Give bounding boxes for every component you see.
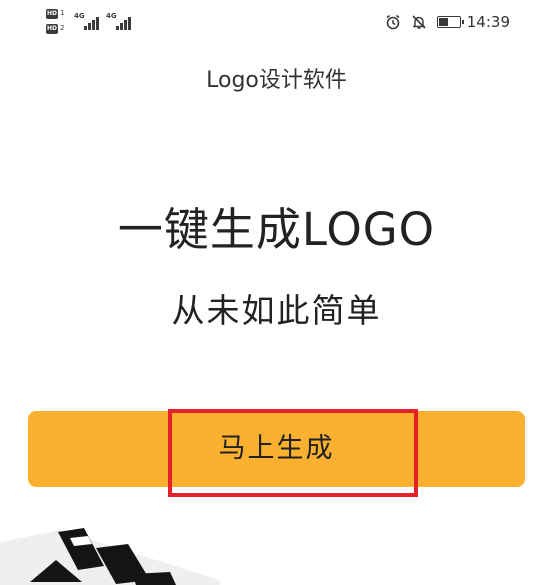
battery-level-fill <box>438 18 448 26</box>
generate-now-button[interactable]: 马上生成 <box>28 411 525 487</box>
hd-icon: HD <box>46 9 58 19</box>
notifications-off-icon <box>411 14 427 30</box>
status-bar: HD 1 HD 2 4G 4G 14:39 <box>0 0 553 44</box>
sim-slot-2-label: 2 <box>60 24 65 32</box>
battery-icon <box>436 16 464 28</box>
alarm-icon <box>385 14 401 30</box>
promo-banner-graphic <box>0 520 220 585</box>
hero-headline: 一键生成LOGO <box>117 203 436 256</box>
status-right-group: 14:39 <box>385 10 510 34</box>
hd-indicator-group: HD 1 HD 2 <box>46 7 68 37</box>
generate-now-label: 马上生成 <box>218 433 335 464</box>
sim-slot-1-label: 1 <box>60 9 65 17</box>
clock: 14:39 <box>466 13 510 31</box>
page-title: Logo设计软件 <box>206 68 347 93</box>
signal-strength-icon: 4G <box>106 12 134 30</box>
hd-icon: HD <box>46 24 58 34</box>
hero-subheadline: 从未如此简单 <box>171 291 382 330</box>
signal-strength-icon: 4G <box>74 12 102 30</box>
